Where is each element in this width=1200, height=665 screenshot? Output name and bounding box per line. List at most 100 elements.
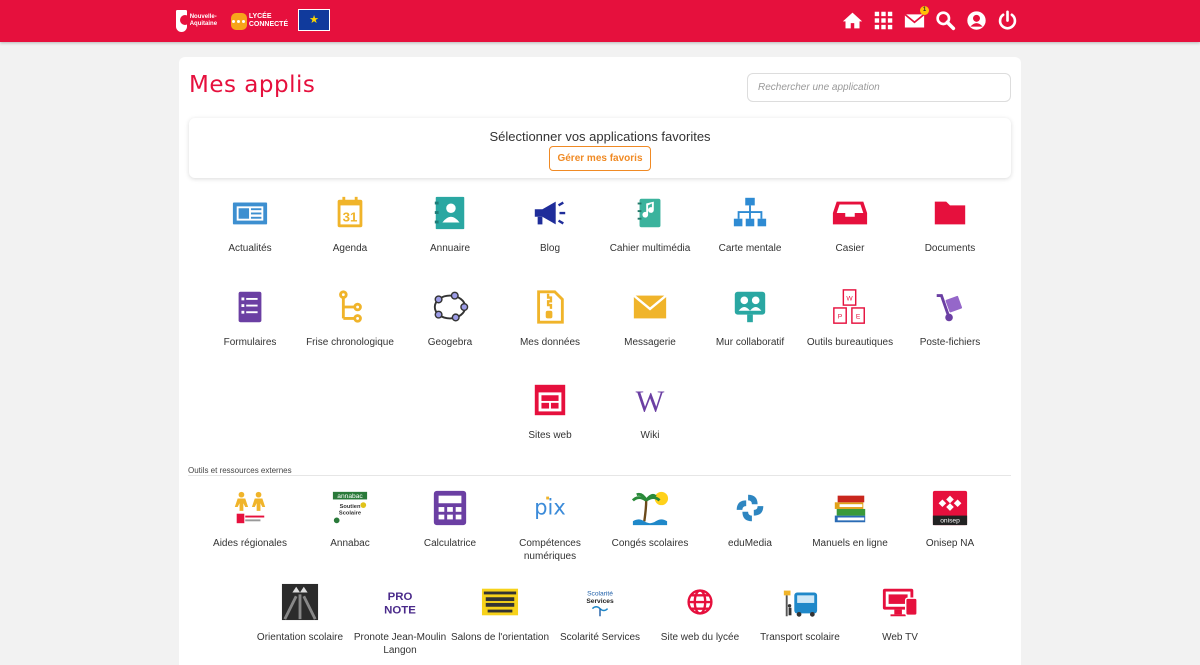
crossroads-icon xyxy=(280,582,320,622)
hand-truck-icon xyxy=(930,287,970,327)
app-geogebra[interactable]: Geogebra xyxy=(400,287,500,349)
ext-salons-orientation[interactable]: Salons de l'orientation xyxy=(450,582,550,644)
globe-icon xyxy=(680,582,720,622)
app-label: Calculatrice xyxy=(423,538,477,549)
app-label: Orientation scolaire xyxy=(256,632,344,643)
app-label: Actualités xyxy=(228,243,272,254)
ext-web-tv[interactable]: Web TV xyxy=(850,582,950,644)
books-icon xyxy=(830,488,870,528)
app-wiki[interactable]: W Wiki xyxy=(600,380,700,442)
app-label: Formulaires xyxy=(223,337,277,348)
apps-grid-icon[interactable] xyxy=(872,8,894,32)
bus-stop-icon xyxy=(780,582,820,622)
ext-scolarite-services[interactable]: Scolarité Services Scolarité Services xyxy=(550,582,650,644)
newspaper-icon xyxy=(230,193,270,233)
app-annuaire[interactable]: Annuaire xyxy=(400,193,500,255)
app-poste-fichiers[interactable]: Poste-fichiers xyxy=(900,287,1000,349)
profile-icon[interactable] xyxy=(965,8,987,32)
region-shield-icon xyxy=(176,10,190,32)
manage-favorites-button[interactable]: Gérer mes favoris xyxy=(549,146,651,171)
calculator-icon xyxy=(430,488,470,528)
annabac-logo-icon: annabac Soutien Scolaire xyxy=(330,488,370,528)
svg-text:Scolarité: Scolarité xyxy=(587,590,613,597)
app-label: Geogebra xyxy=(427,337,473,348)
app-actualites[interactable]: Actualités xyxy=(200,193,300,255)
svg-text:W: W xyxy=(846,295,853,302)
lycee-connecte-logo[interactable]: LYCÉE CONNECTÉ xyxy=(231,9,291,33)
website-icon xyxy=(530,380,570,420)
ext-onisep-na[interactable]: onisep Onisep NA xyxy=(900,488,1000,550)
app-frise-chronologique[interactable]: Frise chronologique xyxy=(300,287,400,349)
pronote-logo-icon: PRO NOTE xyxy=(380,582,420,622)
app-label: Blog xyxy=(539,243,560,254)
app-label: Cahier multimédia xyxy=(609,243,691,254)
ext-annabac[interactable]: annabac Soutien Scolaire Annabac xyxy=(300,488,400,550)
app-label: Transport scolaire xyxy=(760,632,840,643)
search-input[interactable] xyxy=(747,73,1011,102)
svg-text:annabac: annabac xyxy=(337,493,363,500)
app-label: Casier xyxy=(835,243,865,254)
home-icon[interactable] xyxy=(841,8,863,32)
folder-icon xyxy=(930,193,970,233)
messages-icon[interactable]: 1 xyxy=(903,6,929,32)
app-label: Outils bureautiques xyxy=(806,337,894,348)
ext-conges-scolaires[interactable]: Congés scolaires xyxy=(600,488,700,550)
ext-orientation-scolaire[interactable]: Orientation scolaire xyxy=(250,582,350,644)
app-label: Mes données xyxy=(519,337,581,348)
ext-manuels-en-ligne[interactable]: Manuels en ligne xyxy=(800,488,900,550)
app-label: Mur collaboratif xyxy=(715,337,785,348)
app-label: Poste-fichiers xyxy=(919,337,981,348)
scolarite-services-logo-icon: Scolarité Services xyxy=(580,582,620,622)
svg-text:Soutien: Soutien xyxy=(340,504,361,510)
chat-bubble-icon xyxy=(231,12,247,30)
svg-text:Services: Services xyxy=(586,598,614,605)
lycee-connecte-text: LYCÉE CONNECTÉ xyxy=(248,13,289,28)
app-label: Site web du lycée xyxy=(660,632,740,643)
ext-calculatrice[interactable]: Calculatrice xyxy=(400,488,500,550)
beach-icon xyxy=(630,488,670,528)
header-actions: 1 xyxy=(841,6,1018,32)
app-label: Frise chronologique xyxy=(306,337,394,348)
svg-text:P: P xyxy=(838,313,843,320)
app-label: Wiki xyxy=(640,430,660,441)
app-label: Documents xyxy=(924,243,976,254)
section-divider xyxy=(188,475,1011,476)
app-messagerie[interactable]: Messagerie xyxy=(600,287,700,349)
app-formulaires[interactable]: Formulaires xyxy=(200,287,300,349)
app-sites-web[interactable]: Sites web xyxy=(500,380,600,442)
search-icon[interactable] xyxy=(934,8,956,32)
app-casier[interactable]: Casier xyxy=(800,193,900,255)
ext-edumedia[interactable]: eduMedia xyxy=(700,488,800,550)
app-label: Onisep NA xyxy=(925,538,975,549)
app-carte-mentale[interactable]: Carte mentale xyxy=(700,193,800,255)
ext-site-web-lycee[interactable]: Site web du lycée xyxy=(650,582,750,644)
envelope-icon xyxy=(630,287,670,327)
collaborative-wall-icon xyxy=(730,287,770,327)
ext-competences-numeriques[interactable]: pix Compétences numériques xyxy=(500,488,600,563)
svg-text:W: W xyxy=(636,384,665,418)
ext-aides-regionales[interactable]: Aides régionales xyxy=(200,488,300,550)
app-documents[interactable]: Documents xyxy=(900,193,1000,255)
app-mes-donnees[interactable]: Mes données xyxy=(500,287,600,349)
favorites-prompt: Sélectionner vos applications favorites xyxy=(489,129,711,144)
pix-logo-icon: pix xyxy=(530,488,570,528)
timeline-icon xyxy=(330,287,370,327)
app-outils-bureautiques[interactable]: W P E Outils bureautiques xyxy=(800,287,900,349)
app-label: eduMedia xyxy=(728,538,772,549)
app-blog[interactable]: Blog xyxy=(500,193,600,255)
ext-transport-scolaire[interactable]: Transport scolaire xyxy=(750,582,850,644)
svg-text:PRO: PRO xyxy=(388,591,413,603)
ext-pronote[interactable]: PRO NOTE Pronote Jean-Moulin Langon xyxy=(350,582,450,657)
apps-card: Mes applis Sélectionner vos applications… xyxy=(179,57,1021,665)
app-cahier-multimedia[interactable]: Cahier multimédia xyxy=(600,193,700,255)
onisep-logo-icon: onisep xyxy=(930,488,970,528)
app-agenda[interactable]: 31 Agenda xyxy=(300,193,400,255)
app-label: Sites web xyxy=(528,430,572,441)
region-logo[interactable]: Nouvelle-Aquitaine xyxy=(176,9,222,33)
app-label: Aides régionales xyxy=(213,538,287,549)
region-logo-text: Nouvelle-Aquitaine xyxy=(189,14,218,27)
office-tools-icon: W P E xyxy=(830,287,870,327)
power-icon[interactable] xyxy=(996,8,1018,32)
edumedia-logo-icon xyxy=(730,488,770,528)
app-mur-collaboratif[interactable]: Mur collaboratif xyxy=(700,287,800,349)
